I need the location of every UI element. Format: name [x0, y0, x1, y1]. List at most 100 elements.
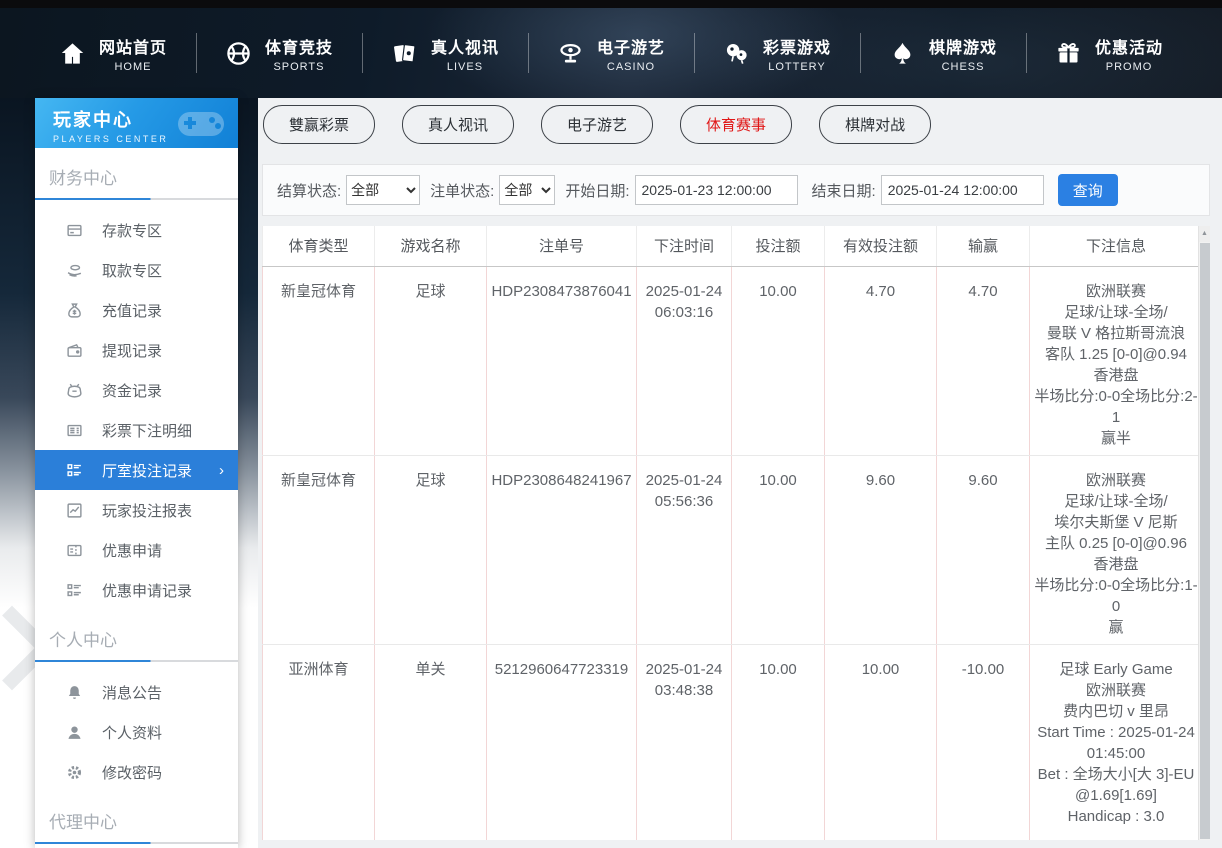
cell-order-no: HDP2308648241967 [487, 455, 637, 644]
sidebar-item-promo-apply[interactable]: 优惠申请 [35, 530, 238, 570]
cell-sport-type: 亚洲体育 [263, 644, 375, 840]
gift-icon [1055, 40, 1082, 67]
top-navigation: 网站首页HOME 体育竞技 SPORTS 真人视讯LIVES 电子游艺CASINO… [0, 8, 1222, 98]
nav-sublabel: CHESS [929, 61, 997, 73]
tab-casino[interactable]: 电子游艺 [541, 105, 653, 144]
cell-sport-type: 新皇冠体育 [263, 266, 375, 455]
cell-order-no: HDP2308473876041 [487, 266, 637, 455]
settle-status-select[interactable]: 全部 [346, 175, 420, 205]
sidebar-header: 玩家中心 PLAYERS CENTER [35, 98, 238, 148]
scrollbar-thumb[interactable] [1200, 243, 1210, 839]
nav-item-casino[interactable]: 电子游艺CASINO [528, 25, 694, 81]
cell-bet-time: 2025-01-24 06:03:16 [637, 266, 732, 455]
top-strip [0, 0, 1222, 8]
sidebar-item-label: 优惠申请记录 [102, 580, 192, 601]
cell-winloss: 9.60 [937, 455, 1030, 644]
sidebar-item-label: 消息公告 [102, 682, 162, 703]
search-button[interactable]: 查询 [1058, 174, 1118, 206]
user-icon [66, 724, 83, 741]
gamepad-icon [172, 104, 230, 144]
cell-winloss: -10.00 [937, 644, 1030, 840]
game-category-tabs: 雙赢彩票 真人视讯 电子游艺 体育赛事 棋牌对战 [262, 105, 1210, 144]
sidebar-item-change-password[interactable]: 修改密码 [35, 752, 238, 792]
nav-item-lives[interactable]: 真人视讯LIVES [362, 25, 528, 81]
end-date-input[interactable] [881, 175, 1044, 205]
sidebar-item-hall-bet-records[interactable]: 厅室投注记录 › [35, 450, 238, 490]
money-bag-icon [66, 302, 83, 319]
list-detail-icon [66, 462, 83, 479]
table-scrollbar[interactable]: ▲ [1198, 226, 1210, 840]
sidebar-item-profile[interactable]: 个人资料 [35, 712, 238, 752]
nav-sublabel: PROMO [1095, 61, 1163, 73]
nav-item-lottery[interactable]: 彩票游戏 LOTTERY [694, 25, 860, 81]
cell-bet-time: 2025-01-24 03:48:38 [637, 644, 732, 840]
nav-sublabel: SPORTS [265, 61, 333, 73]
nav-sublabel: LOTTERY [763, 61, 831, 73]
list-records-icon [66, 582, 83, 599]
cell-order-no: 5212960647723319 [487, 644, 637, 840]
cell-game-name: 足球 [375, 455, 487, 644]
sidebar-item-funds-records[interactable]: 资金记录 [35, 370, 238, 410]
start-date-input[interactable] [635, 175, 798, 205]
sidebar-item-deposit[interactable]: 存款专区 [35, 210, 238, 250]
sidebar-item-label: 优惠申请 [102, 540, 162, 561]
sidebar-item-lottery-bet-detail[interactable]: 彩票下注明细 [35, 410, 238, 450]
col-header-winloss: 输赢 [937, 226, 1030, 266]
sidebar-item-label: 厅室投注记录 [102, 460, 192, 481]
table-header-row: 体育类型 游戏名称 注单号 下注时间 投注额 有效投注额 输赢 下注信息 [263, 226, 1203, 266]
col-header-valid-bet: 有效投注额 [825, 226, 937, 266]
bet-records-table: 体育类型 游戏名称 注单号 下注时间 投注额 有效投注额 输赢 下注信息 新皇冠… [262, 226, 1203, 840]
cell-bet-time: 2025-01-24 05:56:36 [637, 455, 732, 644]
nav-label: 彩票游戏 [763, 34, 831, 58]
tab-lottery[interactable]: 雙赢彩票 [263, 105, 375, 144]
sidebar-item-player-bet-report[interactable]: 玩家投注报表 [35, 490, 238, 530]
order-status-select[interactable]: 全部 [499, 175, 555, 205]
table-row: 新皇冠体育 足球 HDP2308648241967 2025-01-24 05:… [263, 455, 1203, 644]
nav-item-sports[interactable]: 体育竞技 SPORTS [196, 25, 362, 81]
nav-label: 棋牌游戏 [929, 34, 997, 58]
sidebar-item-label: 彩票下注明细 [102, 420, 192, 441]
nav-sublabel: CASINO [597, 61, 665, 73]
nav-label: 优惠活动 [1095, 34, 1163, 58]
sidebar-item-promo-apply-records[interactable]: 优惠申请记录 [35, 570, 238, 610]
cell-bet-info: 欧洲联赛 足球/让球-全场/ 曼联 V 格拉斯哥流浪 客队 1.25 [0-0]… [1030, 266, 1203, 455]
sidebar: 玩家中心 PLAYERS CENTER 财务中心 存款专区 取款专区 充值记录 … [35, 98, 238, 848]
hand-coin-icon [66, 262, 83, 279]
nav-item-chess[interactable]: 棋牌游戏 CHESS [860, 25, 1026, 81]
section-title-agent: 代理中心 [49, 808, 238, 833]
sidebar-item-label: 存款专区 [102, 220, 162, 241]
section-divider [35, 660, 238, 662]
ticket-icon [66, 542, 83, 559]
nav-label: 体育竞技 [265, 34, 333, 58]
cell-bet-amount: 10.00 [732, 266, 825, 455]
nav-item-promo[interactable]: 优惠活动 PROMO [1026, 25, 1192, 81]
cell-game-name: 足球 [375, 266, 487, 455]
cell-game-name: 单关 [375, 644, 487, 840]
section-divider [35, 198, 238, 200]
sidebar-item-withdraw[interactable]: 取款专区 [35, 250, 238, 290]
nav-item-home[interactable]: 网站首页HOME [30, 25, 196, 81]
cell-valid-bet: 10.00 [825, 644, 937, 840]
col-header-bet-info: 下注信息 [1030, 226, 1203, 266]
sidebar-item-withdraw-records[interactable]: 提现记录 [35, 330, 238, 370]
tab-sports[interactable]: 体育赛事 [680, 105, 792, 144]
bell-icon [66, 684, 83, 701]
main-content: 雙赢彩票 真人视讯 电子游艺 体育赛事 棋牌对战 结算状态: 全部 注单状态: … [258, 98, 1222, 848]
settle-status-label: 结算状态: [277, 180, 341, 201]
lottery-balls-icon [723, 40, 750, 67]
sidebar-item-label: 资金记录 [102, 380, 162, 401]
tab-chess[interactable]: 棋牌对战 [819, 105, 931, 144]
sidebar-item-label: 充值记录 [102, 300, 162, 321]
sidebar-item-recharge-records[interactable]: 充值记录 [35, 290, 238, 330]
sidebar-item-messages[interactable]: 消息公告 [35, 672, 238, 712]
cell-valid-bet: 9.60 [825, 455, 937, 644]
playing-cards-icon [391, 40, 418, 67]
sidebar-item-label: 玩家投注报表 [102, 500, 192, 521]
cell-sport-type: 新皇冠体育 [263, 455, 375, 644]
tab-live[interactable]: 真人视讯 [402, 105, 514, 144]
nav-sublabel: LIVES [431, 61, 499, 73]
cell-bet-info: 欧洲联赛 足球/让球-全场/ 埃尔夫斯堡 V 尼斯 主队 0.25 [0-0]@… [1030, 455, 1203, 644]
credit-card-icon [66, 222, 83, 239]
page-body: 玩家中心 PLAYERS CENTER 财务中心 存款专区 取款专区 充值记录 … [0, 98, 1222, 848]
scrollbar-up-button[interactable]: ▲ [1199, 226, 1210, 242]
